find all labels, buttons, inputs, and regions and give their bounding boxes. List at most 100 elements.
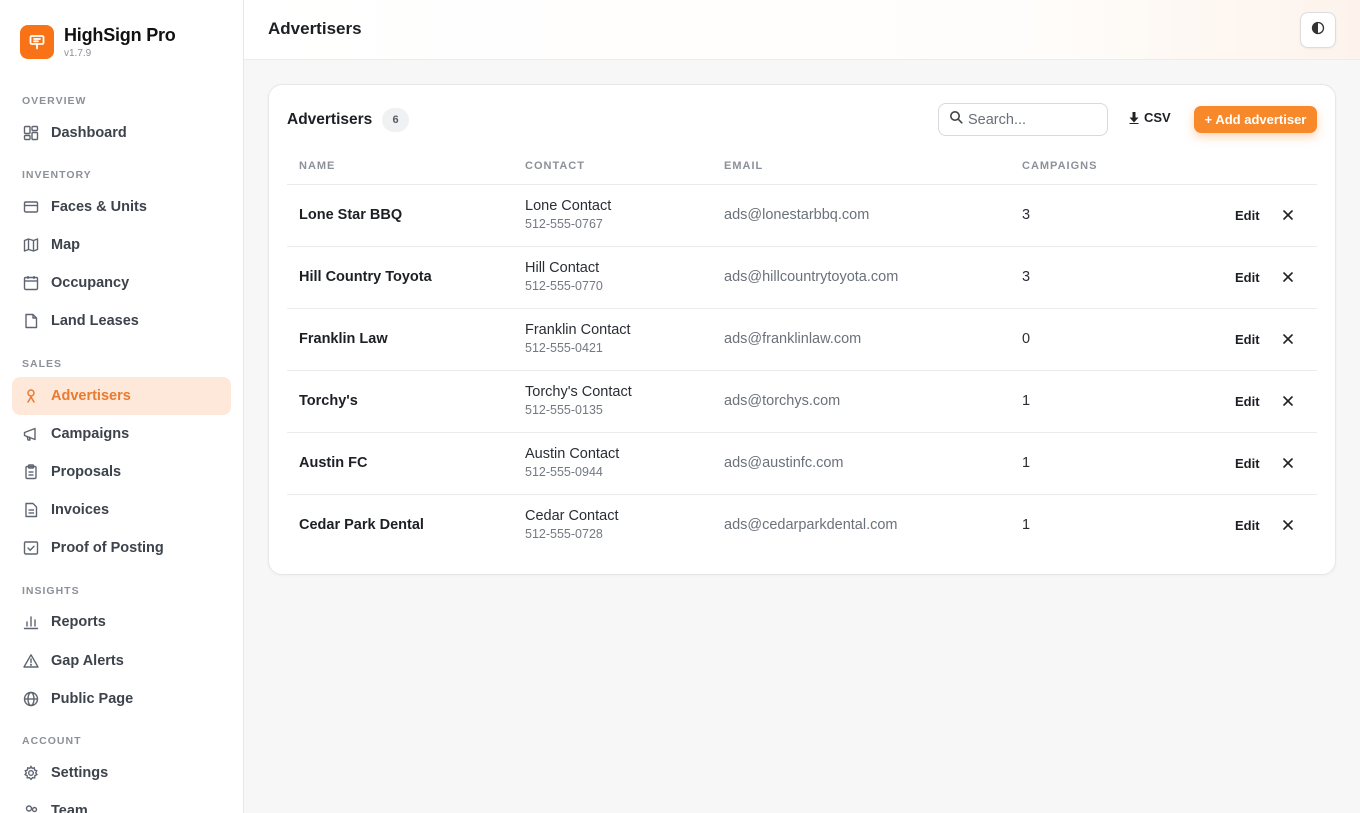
nav-section-inventory: INVENTORY (22, 169, 92, 181)
table-row[interactable]: Torchy's Torchy's Contact 512-555-0135 ad… (287, 371, 1317, 433)
campaign-count: 0 (1022, 331, 1031, 347)
campaign-count: 1 (1022, 455, 1031, 471)
close-icon (1283, 272, 1293, 282)
sidebar-item-gap-alerts[interactable]: Gap Alerts (12, 642, 231, 680)
search-input[interactable] (968, 111, 1098, 128)
contact-name: Lone Contact (525, 198, 612, 214)
delete-button[interactable] (1281, 269, 1295, 285)
brand-version: v1.7.9 (64, 48, 92, 59)
contact-name: Torchy's Contact (525, 384, 632, 400)
column-header-name: NAME (299, 160, 336, 172)
campaign-count: 1 (1022, 393, 1031, 409)
column-header-email: EMAIL (724, 160, 764, 172)
advertiser-email: ads@lonestarbbq.com (724, 207, 870, 223)
sidebar-item-public-page[interactable]: Public Page (12, 680, 231, 718)
edit-button[interactable]: Edit (1235, 270, 1260, 285)
contact-phone: 512-555-0421 (525, 341, 603, 355)
nav-section-overview: OVERVIEW (22, 95, 87, 107)
sidebar-item-label: Occupancy (51, 275, 130, 291)
sidebar-item-map[interactable]: Map (12, 226, 231, 264)
table-row[interactable]: Lone Star BBQ Lone Contact 512-555-0767 a… (287, 185, 1317, 247)
campaign-count: 3 (1022, 207, 1031, 223)
sidebar-item-advertisers[interactable]: Advertisers (12, 377, 231, 415)
column-header-campaigns: CAMPAIGNS (1022, 160, 1098, 172)
sidebar-item-proof-of-posting[interactable]: Proof of Posting (12, 529, 231, 567)
delete-button[interactable] (1281, 331, 1295, 347)
sidebar-item-settings[interactable]: Settings (12, 754, 231, 792)
brand[interactable]: HighSign Pro v1.7.9 (20, 25, 176, 59)
nav-section-sales: SALES (22, 358, 63, 370)
sidebar-item-dashboard[interactable]: Dashboard (12, 114, 231, 152)
sidebar-item-campaigns[interactable]: Campaigns (12, 415, 231, 453)
close-icon (1283, 210, 1293, 220)
topbar: Advertisers (244, 0, 1360, 60)
person-icon (23, 388, 39, 404)
delete-button[interactable] (1281, 517, 1295, 533)
contact-phone: 512-555-0770 (525, 279, 603, 293)
sidebar-item-label: Public Page (51, 691, 134, 707)
column-header-contact: CONTACT (525, 160, 585, 172)
sidebar-item-label: Proof of Posting (51, 540, 164, 556)
megaphone-icon (23, 426, 39, 442)
delete-button[interactable] (1281, 207, 1295, 223)
sidebar-item-invoices[interactable]: Invoices (12, 491, 231, 529)
team-icon (23, 803, 39, 813)
contact-phone: 512-555-0944 (525, 465, 603, 479)
close-icon (1283, 520, 1293, 530)
advertiser-email: ads@austinfc.com (724, 455, 844, 471)
table-row[interactable]: Cedar Park Dental Cedar Contact 512-555-0… (287, 495, 1317, 557)
map-icon (23, 237, 39, 253)
search-field[interactable] (938, 103, 1108, 136)
table-row[interactable]: Austin FC Austin Contact 512-555-0944 ads… (287, 433, 1317, 495)
campaign-count: 3 (1022, 269, 1031, 285)
edit-button[interactable]: Edit (1235, 456, 1260, 471)
advertiser-name: Cedar Park Dental (299, 517, 424, 533)
sidebar-item-label: Dashboard (51, 125, 127, 141)
delete-button[interactable] (1281, 455, 1295, 471)
sidebar-item-team[interactable]: Team (12, 792, 231, 813)
advertiser-email: ads@hillcountrytoyota.com (724, 269, 899, 285)
clipboard-icon (23, 464, 39, 480)
edit-button[interactable]: Edit (1235, 518, 1260, 533)
campaign-count: 1 (1022, 517, 1031, 533)
table-row[interactable]: Hill Country Toyota Hill Contact 512-555-… (287, 247, 1317, 309)
sidebar-item-label: Land Leases (51, 313, 139, 329)
contact-name: Hill Contact (525, 260, 600, 276)
dashboard-icon (23, 125, 39, 141)
edit-button[interactable]: Edit (1235, 332, 1260, 347)
contact-phone: 512-555-0728 (525, 527, 603, 541)
count-badge: 6 (382, 108, 409, 132)
check-square-icon (23, 540, 39, 556)
half-circle-icon (1311, 21, 1325, 40)
csv-export-button[interactable]: CSV (1129, 110, 1171, 125)
sidebar-item-faces-units[interactable]: Faces & Units (12, 188, 231, 226)
sidebar-item-reports[interactable]: Reports (12, 603, 231, 641)
advertisers-card: Advertisers 6 CSV + Add advertiser NAME … (268, 84, 1336, 575)
theme-toggle-button[interactable] (1300, 12, 1336, 48)
sidebar-item-label: Gap Alerts (51, 653, 124, 669)
advertiser-name: Austin FC (299, 455, 368, 471)
advertiser-email: ads@cedarparkdental.com (724, 517, 898, 533)
sidebar-item-proposals[interactable]: Proposals (12, 453, 231, 491)
contact-name: Franklin Contact (525, 322, 631, 338)
bar-chart-icon (23, 614, 39, 630)
edit-button[interactable]: Edit (1235, 394, 1260, 409)
sidebar-item-label: Advertisers (51, 388, 131, 404)
warning-icon (23, 653, 39, 669)
csv-label: CSV (1144, 110, 1171, 125)
calendar-icon (23, 275, 39, 291)
table-row[interactable]: Franklin Law Franklin Contact 512-555-042… (287, 309, 1317, 371)
billboard-logo-icon (20, 25, 54, 59)
page-title: Advertisers (268, 19, 362, 38)
download-icon (1129, 111, 1139, 124)
advertiser-name: Lone Star BBQ (299, 207, 403, 223)
advertiser-email: ads@torchys.com (724, 393, 841, 409)
add-advertiser-button[interactable]: + Add advertiser (1194, 106, 1317, 133)
advertiser-name: Franklin Law (299, 331, 388, 347)
sidebar-item-land-leases[interactable]: Land Leases (12, 302, 231, 340)
close-icon (1283, 458, 1293, 468)
delete-button[interactable] (1281, 393, 1295, 409)
edit-button[interactable]: Edit (1235, 208, 1260, 223)
sidebar-item-label: Team (51, 803, 88, 813)
sidebar-item-occupancy[interactable]: Occupancy (12, 264, 231, 302)
